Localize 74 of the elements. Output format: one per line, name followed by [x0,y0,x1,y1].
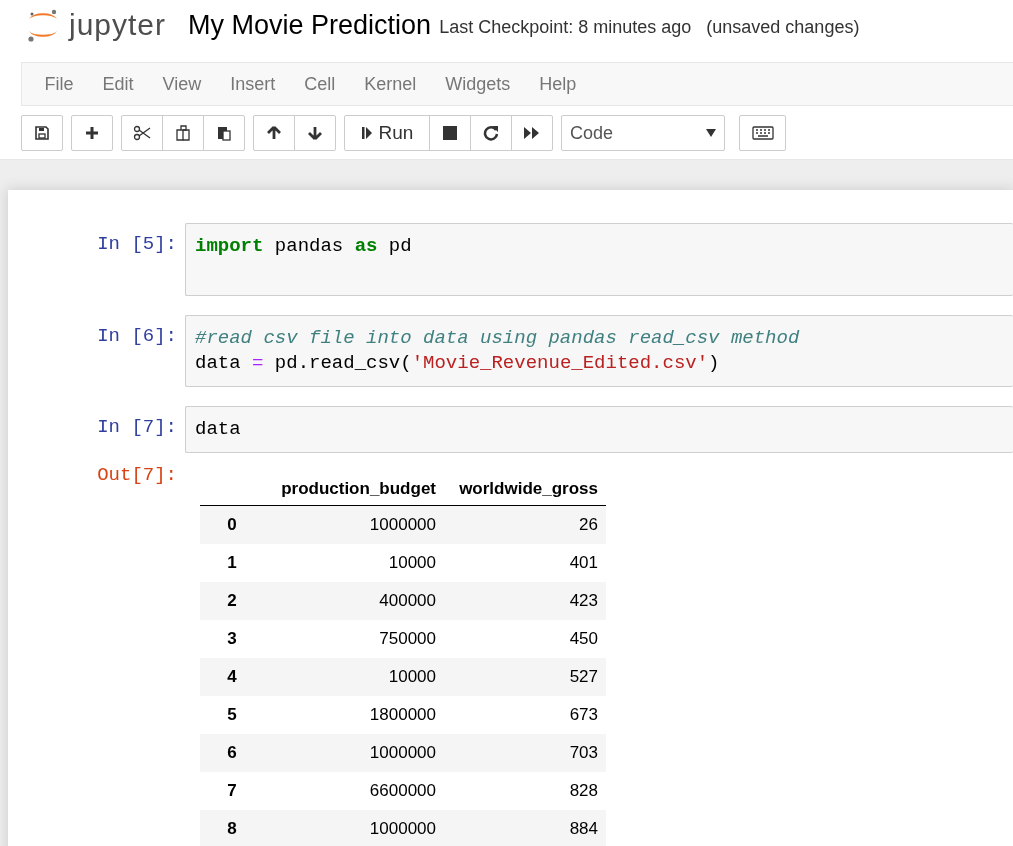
caret-icon [706,129,716,137]
row-index: 1 [200,544,264,582]
table-cell: 401 [444,544,606,582]
menu-item[interactable]: Help [524,73,591,95]
table-cell: 6600000 [264,772,444,810]
run-button[interactable]: Run [344,115,430,151]
row-index: 5 [200,696,264,734]
column-header: production_budget [264,471,444,506]
input-prompt: In [7]: [96,415,178,440]
plus-icon [84,125,100,141]
stop-icon [442,125,458,141]
menu-item[interactable]: File [30,73,88,95]
table-cell: 884 [444,810,606,846]
menu-item[interactable]: Cell [289,73,350,95]
move-up-button[interactable] [253,115,295,151]
table-cell: 703 [444,734,606,772]
table-cell: 527 [444,658,606,696]
restart-button[interactable] [470,115,512,151]
row-index: 7 [200,772,264,810]
table-cell: 1800000 [264,696,444,734]
row-index: 0 [200,505,264,544]
table-cell: 828 [444,772,606,810]
stop-button[interactable] [429,115,471,151]
save-button[interactable] [21,115,63,151]
menu-item[interactable]: Kernel [349,73,431,95]
table-cell: 1000000 [264,505,444,544]
row-index: 2 [200,582,264,620]
row-index: 3 [200,620,264,658]
table-cell: 423 [444,582,606,620]
table-cell: 26 [444,505,606,544]
code-editor[interactable]: import pandas as pd [185,223,1013,296]
add-cell-button[interactable] [71,115,113,151]
code-editor[interactable]: #read csv file into data using pandas read_csv method data = pd.read_csv('Movie_Revenue_Edited.csv') [185,315,1013,387]
menu-item[interactable]: Widgets [430,73,525,95]
logo-text[interactable]: jupyter [69,8,167,42]
save-status: (unsaved changes) [706,16,860,38]
paste-button[interactable] [203,115,245,151]
menu-item[interactable]: View [148,73,216,95]
paste-icon [216,125,232,141]
menu-item[interactable]: Insert [215,73,290,95]
run-all-button[interactable] [511,115,553,151]
restart-icon [483,125,499,141]
keyboard-shortcuts-button[interactable] [739,115,786,151]
copy-button[interactable] [162,115,204,151]
table-cell: 1000000 [264,734,444,772]
move-down-button[interactable] [294,115,336,151]
table-cell: 1000000 [264,810,444,846]
row-index: 4 [200,658,264,696]
code-editor[interactable]: data [185,406,1013,453]
run-icon [360,125,373,141]
row-index: 6 [200,734,264,772]
row-index: 8 [200,810,264,846]
arrow-down-icon [307,125,323,141]
fast-forward-icon [523,125,541,141]
cell-type-dropdown[interactable]: Code [561,115,725,151]
copy-icon [175,125,191,141]
table-cell: 400000 [264,582,444,620]
input-prompt: In [6]: [96,324,178,349]
keyboard-icon [751,126,774,140]
input-prompt: In [5]: [96,232,178,257]
table-cell: 10000 [264,544,444,582]
table-cell: 10000 [264,658,444,696]
save-icon [34,125,50,141]
notebook-title[interactable]: My Movie Prediction [188,9,432,41]
scissors-icon [133,125,151,141]
checkpoint-text: Last Checkpoint: 8 minutes ago [439,16,692,38]
table-cell: 450 [444,620,606,658]
table-cell: 750000 [264,620,444,658]
table-cell: 673 [444,696,606,734]
cut-button[interactable] [121,115,163,151]
arrow-up-icon [266,125,282,141]
column-header: worldwide_gross [444,471,606,506]
output-prompt: Out[7]: [96,463,178,488]
menu-item[interactable]: Edit [88,73,149,95]
